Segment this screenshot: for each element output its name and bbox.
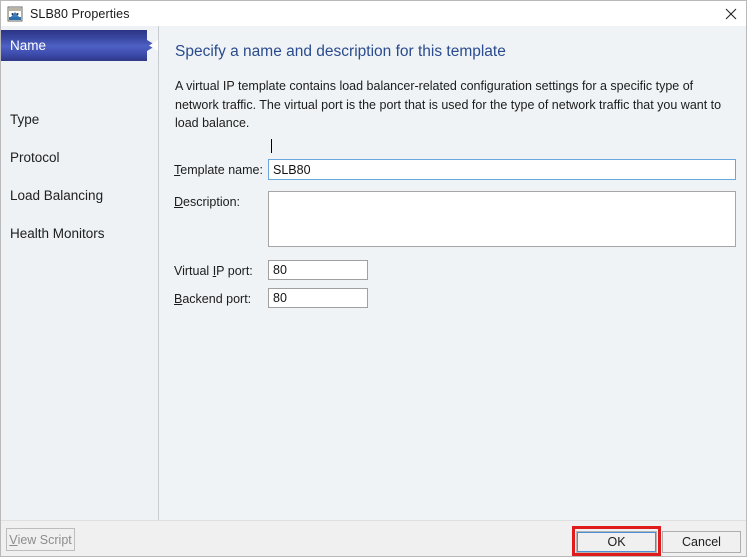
close-button[interactable] [714,1,746,26]
sidebar-item-type[interactable]: Type [1,104,158,135]
sidebar-item-load-balancing[interactable]: Load Balancing [1,180,158,211]
main-content-pane: Specify a name and description for this … [160,26,746,520]
text-cursor-caret [271,139,272,153]
description-label: Description: [174,195,241,209]
sidebar-item-name[interactable]: Name [1,30,158,61]
description-textarea[interactable] [268,191,736,247]
sidebar-item-protocol[interactable]: Protocol [1,142,158,173]
template-name-label: Template name: [174,163,263,177]
sidebar-item-label: Name [10,38,47,53]
template-name-input[interactable] [268,159,736,180]
wizard-navigation-sidebar: Name Type Protocol Load Balancing Health… [1,26,159,520]
dialog-body: Name Type Protocol Load Balancing Health… [1,26,746,520]
network-load-balancer-icon [7,6,23,22]
chevron-left-notch-icon [147,30,158,61]
title-bar: SLB80 Properties [1,1,746,26]
dialog-footer: View Script OK Cancel [1,520,746,556]
cancel-button[interactable]: Cancel [662,531,741,553]
view-script-button[interactable]: View Script [6,528,75,551]
properties-dialog-window: SLB80 Properties Name Type Protocol Load… [0,0,747,557]
sidebar-item-health-monitors[interactable]: Health Monitors [1,218,158,249]
backend-port-input[interactable] [268,288,368,308]
backend-port-label: Backend port: [174,292,252,306]
window-title: SLB80 Properties [30,6,130,21]
sidebar-item-label: Load Balancing [10,188,104,203]
page-description-text: A virtual IP template contains load bala… [175,79,722,130]
page-title: Specify a name and description for this … [175,43,506,60]
sidebar-item-label: Protocol [10,150,60,165]
virtual-ip-port-input[interactable] [268,260,368,280]
virtual-ip-port-label: Virtual IP port: [174,264,253,278]
ok-button[interactable]: OK [576,531,657,553]
sidebar-item-label: Health Monitors [10,226,105,241]
sidebar-item-label: Type [10,112,40,127]
